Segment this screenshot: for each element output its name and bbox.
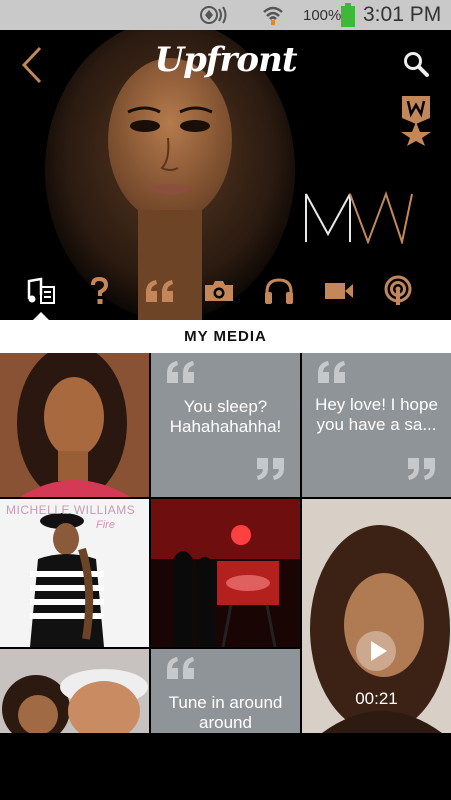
album-artwork — [0, 499, 149, 647]
tab-media[interactable] — [18, 270, 64, 316]
photo-thumbnail — [0, 649, 149, 733]
tab-audio[interactable] — [256, 270, 302, 316]
open-quote-icon — [165, 359, 197, 390]
sync-icon — [198, 4, 230, 31]
bottom-bar — [0, 733, 451, 800]
album-title: MICHELLE WILLIAMS — [6, 503, 136, 517]
media-tile-video[interactable]: 00:21 — [302, 499, 451, 733]
photo-thumbnail — [0, 353, 149, 497]
tab-questions[interactable] — [76, 270, 122, 316]
music-media-icon — [26, 277, 56, 310]
active-tab-indicator — [33, 312, 49, 320]
podcast-icon — [382, 275, 414, 312]
close-quote-icon — [405, 456, 437, 487]
tab-photos[interactable] — [196, 270, 242, 316]
battery-percent: 100% — [303, 7, 342, 24]
photo-thumbnail — [151, 499, 300, 647]
media-tile-photo-1[interactable] — [0, 353, 149, 497]
quote-icon — [144, 278, 176, 309]
battery-icon — [340, 3, 356, 32]
clock: 3:01 PM — [363, 3, 442, 26]
media-tile-quote-3[interactable]: Tune in around around — [151, 649, 300, 733]
question-icon — [89, 276, 109, 310]
search-icon[interactable] — [402, 50, 430, 83]
section-title: MY MEDIA — [0, 320, 451, 353]
media-tile-album-cover[interactable]: MICHELLE WILLIAMS Fire — [0, 499, 149, 647]
camera-icon — [203, 279, 235, 308]
status-bar: 100% 3:01 PM — [0, 0, 451, 30]
album-subtitle: Fire — [96, 519, 115, 531]
artist-header: Upfront — [0, 30, 451, 320]
tab-quotes[interactable] — [137, 270, 183, 316]
verified-star-badge-icon — [398, 94, 434, 151]
quote-text: You sleep? Hahahahahha! — [169, 397, 282, 436]
open-quote-icon — [316, 359, 348, 390]
media-tile-quote-1[interactable]: You sleep? Hahahahahha! — [151, 353, 300, 497]
video-camera-icon — [323, 280, 355, 307]
video-duration: 00:21 — [355, 689, 398, 708]
media-grid: You sleep? Hahahahahha! Hey love! I hope… — [0, 353, 451, 733]
artist-monogram-logo — [302, 188, 414, 249]
app-title: Upfront — [154, 40, 297, 80]
open-quote-icon — [165, 655, 197, 686]
quote-text: Tune in around around — [168, 693, 283, 732]
wifi-icon — [262, 4, 284, 31]
media-tile-photo-3[interactable] — [0, 649, 149, 733]
play-icon[interactable] — [354, 629, 398, 678]
media-tile-quote-2[interactable]: Hey love! I hope you have a sa... — [302, 353, 451, 497]
close-quote-icon — [254, 456, 286, 487]
headphones-icon — [263, 277, 295, 310]
media-tile-photo-2[interactable] — [151, 499, 300, 647]
quote-text: Hey love! I hope you have a sa... — [315, 395, 438, 434]
category-tabs — [0, 270, 451, 320]
tab-video[interactable] — [316, 270, 362, 316]
tab-podcast[interactable] — [375, 270, 421, 316]
